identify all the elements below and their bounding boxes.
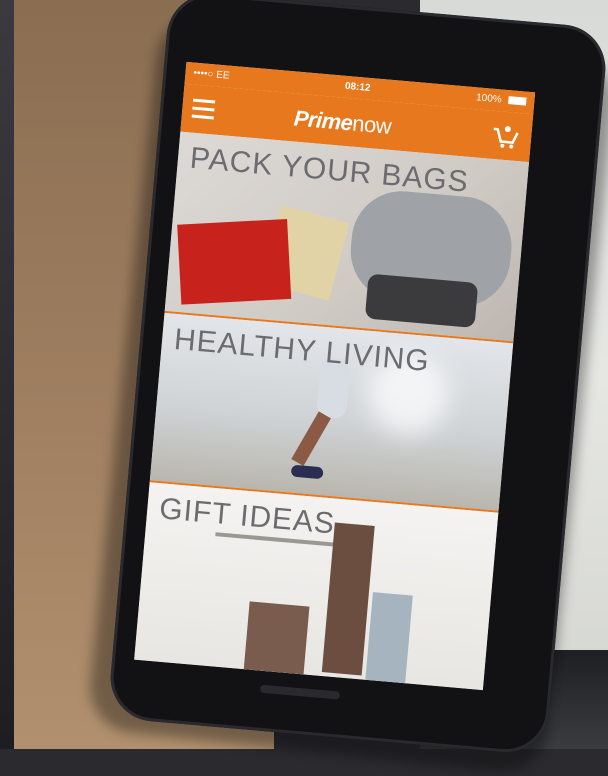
red-bag-image [177, 218, 292, 305]
cart-icon[interactable] [490, 123, 520, 151]
status-time: 08:12 [344, 80, 371, 94]
tile-label: HEALTHY LIVING [172, 322, 432, 379]
logo-now: now [351, 110, 393, 139]
category-tile-gift-ideas[interactable]: GIFT IDEAS [134, 482, 499, 691]
phone-bottom-bezel [259, 684, 341, 700]
category-tile-healthy-living[interactable]: HEALTHY LIVING [149, 312, 514, 511]
gift-blue-image [365, 592, 413, 686]
runner-shoe [290, 464, 324, 480]
keys-image [364, 273, 479, 328]
phone: ••••○ EE 08:12 100% Primenow PACK YOUR B… [107, 0, 608, 756]
category-tile-pack-your-bags[interactable]: PACK YOUR BAGS [164, 131, 530, 342]
gift-box-image [243, 601, 310, 677]
battery-status: 100% [476, 92, 527, 107]
phone-screen: ••••○ EE 08:12 100% Primenow PACK YOUR B… [134, 61, 536, 691]
background-left-strip [0, 0, 14, 749]
menu-icon[interactable] [191, 98, 216, 120]
battery-percent: 100% [475, 92, 503, 106]
logo-prime: Prime [292, 105, 354, 136]
tile-label: GIFT IDEAS [157, 492, 337, 541]
carrier-signal: ••••○ EE [193, 67, 231, 82]
runner-leg [291, 411, 331, 466]
battery-icon [507, 96, 527, 106]
app-logo: Primenow [293, 105, 392, 139]
